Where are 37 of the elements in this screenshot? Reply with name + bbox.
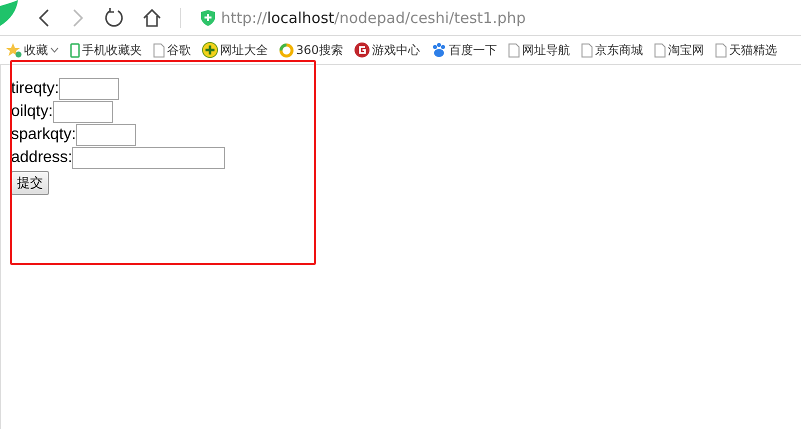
- page-icon: [153, 42, 165, 58]
- bookmark-item[interactable]: 360搜索: [279, 42, 343, 58]
- field-label: sparkqty:: [11, 126, 76, 144]
- submit-button[interactable]: 提交: [11, 171, 49, 195]
- page-icon: [654, 42, 666, 58]
- game-badge-icon: [354, 42, 370, 58]
- page-icon: [580, 42, 593, 58]
- browser-logo-icon: [0, 0, 20, 26]
- bookmark-item[interactable]: 网址导航: [508, 42, 570, 58]
- bookmark-item[interactable]: 游戏中心: [354, 42, 420, 58]
- field-label: tireqty:: [11, 80, 60, 98]
- input-field[interactable]: [59, 78, 120, 100]
- input-field[interactable]: [52, 100, 113, 122]
- paw-icon: [430, 42, 447, 58]
- page-icon: [714, 42, 727, 58]
- bookmark-item[interactable]: 收藏: [6, 42, 59, 58]
- input-field[interactable]: [76, 124, 136, 146]
- bookmark-item[interactable]: 天猫精选: [714, 42, 777, 58]
- input-field[interactable]: [72, 146, 226, 168]
- home-icon[interactable]: [142, 8, 162, 28]
- url-text[interactable]: http://localhost/nodepad/ceshi/test1.php: [221, 8, 526, 26]
- chevron-down-icon: [50, 47, 59, 53]
- shield-icon: [201, 10, 215, 26]
- ring-icon: [279, 42, 294, 58]
- reload-icon[interactable]: [104, 8, 124, 28]
- bookmark-item[interactable]: 百度一下: [430, 42, 497, 58]
- bookmark-item[interactable]: 京东商城: [580, 42, 643, 58]
- field-label: oilqty:: [11, 102, 53, 120]
- bookmark-item[interactable]: 网址大全: [202, 42, 268, 58]
- bookmark-item[interactable]: 淘宝网: [654, 42, 704, 58]
- field-label: address:: [11, 148, 72, 166]
- star-icon: [6, 42, 22, 58]
- plus-circle-icon: [202, 42, 218, 58]
- bookmark-item[interactable]: 手机收藏夹: [70, 42, 142, 58]
- bookmark-item[interactable]: 谷歌: [153, 42, 191, 58]
- phone-icon: [70, 42, 80, 58]
- page-icon: [508, 42, 520, 58]
